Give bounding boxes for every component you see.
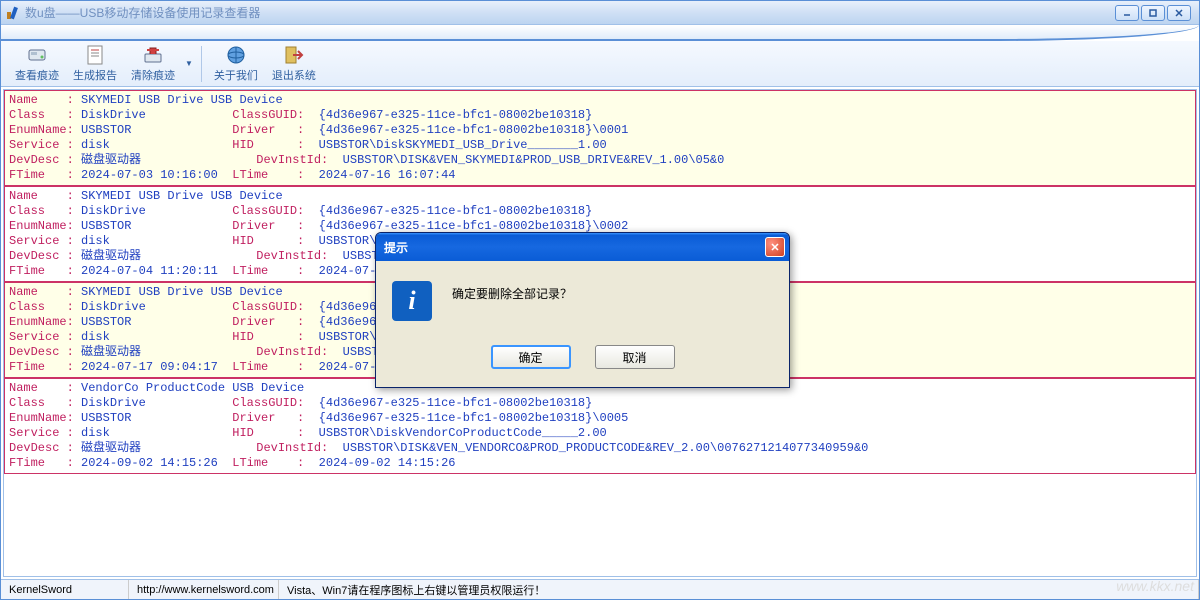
view-traces-button[interactable]: 查看痕迹 xyxy=(9,43,65,85)
exit-button[interactable]: 退出系统 xyxy=(266,43,322,85)
app-icon xyxy=(5,5,21,21)
titlebar[interactable]: 数u盘——USB移动存储设备使用记录查看器 xyxy=(1,1,1199,25)
close-button[interactable] xyxy=(1167,5,1191,21)
maximize-button[interactable] xyxy=(1141,5,1165,21)
globe-icon xyxy=(225,44,247,66)
clear-icon xyxy=(142,44,164,66)
gen-report-button[interactable]: 生成报告 xyxy=(67,43,123,85)
dialog-message: 确定要删除全部记录？ xyxy=(452,281,572,302)
footer-url[interactable]: http://www.kernelsword.com xyxy=(129,580,279,599)
window-title: 数u盘——USB移动存储设备使用记录查看器 xyxy=(25,4,1115,21)
dialog-close-button[interactable]: ✕ xyxy=(765,237,785,257)
confirm-dialog: 提示 ✕ i 确定要删除全部记录？ 确定 取消 xyxy=(375,232,790,388)
minimize-button[interactable] xyxy=(1115,5,1139,21)
footer-tip: Vista、Win7请在程序图标上右键以管理员权限运行！ xyxy=(279,580,1199,599)
toolbar-separator xyxy=(201,46,202,82)
chevron-down-icon[interactable]: ▼ xyxy=(183,49,195,78)
device-record[interactable]: Name : VendorCo ProductCode USB DeviceCl… xyxy=(4,378,1196,474)
window-controls xyxy=(1115,5,1195,21)
device-record[interactable]: Name : SKYMEDI USB Drive USB DeviceClass… xyxy=(4,90,1196,186)
cancel-button[interactable]: 取消 xyxy=(595,345,675,369)
drive-icon xyxy=(26,44,48,66)
info-icon: i xyxy=(392,281,432,321)
dialog-buttons: 确定 取消 xyxy=(376,339,789,387)
about-button[interactable]: 关于我们 xyxy=(208,43,264,85)
dialog-title-text: 提示 xyxy=(384,239,765,256)
ribbon-border xyxy=(1,25,1199,41)
dialog-titlebar[interactable]: 提示 ✕ xyxy=(376,233,789,261)
statusbar: KernelSword http://www.kernelsword.com V… xyxy=(1,579,1199,599)
report-icon xyxy=(84,44,106,66)
ok-button[interactable]: 确定 xyxy=(491,345,571,369)
toolbar: 查看痕迹 生成报告 清除痕迹 ▼ 关于我们 退出系统 xyxy=(1,41,1199,87)
exit-icon xyxy=(283,44,305,66)
footer-brand: KernelSword xyxy=(1,580,129,599)
clear-traces-button[interactable]: 清除痕迹 xyxy=(125,43,181,85)
dialog-body: i 确定要删除全部记录？ xyxy=(376,261,789,339)
